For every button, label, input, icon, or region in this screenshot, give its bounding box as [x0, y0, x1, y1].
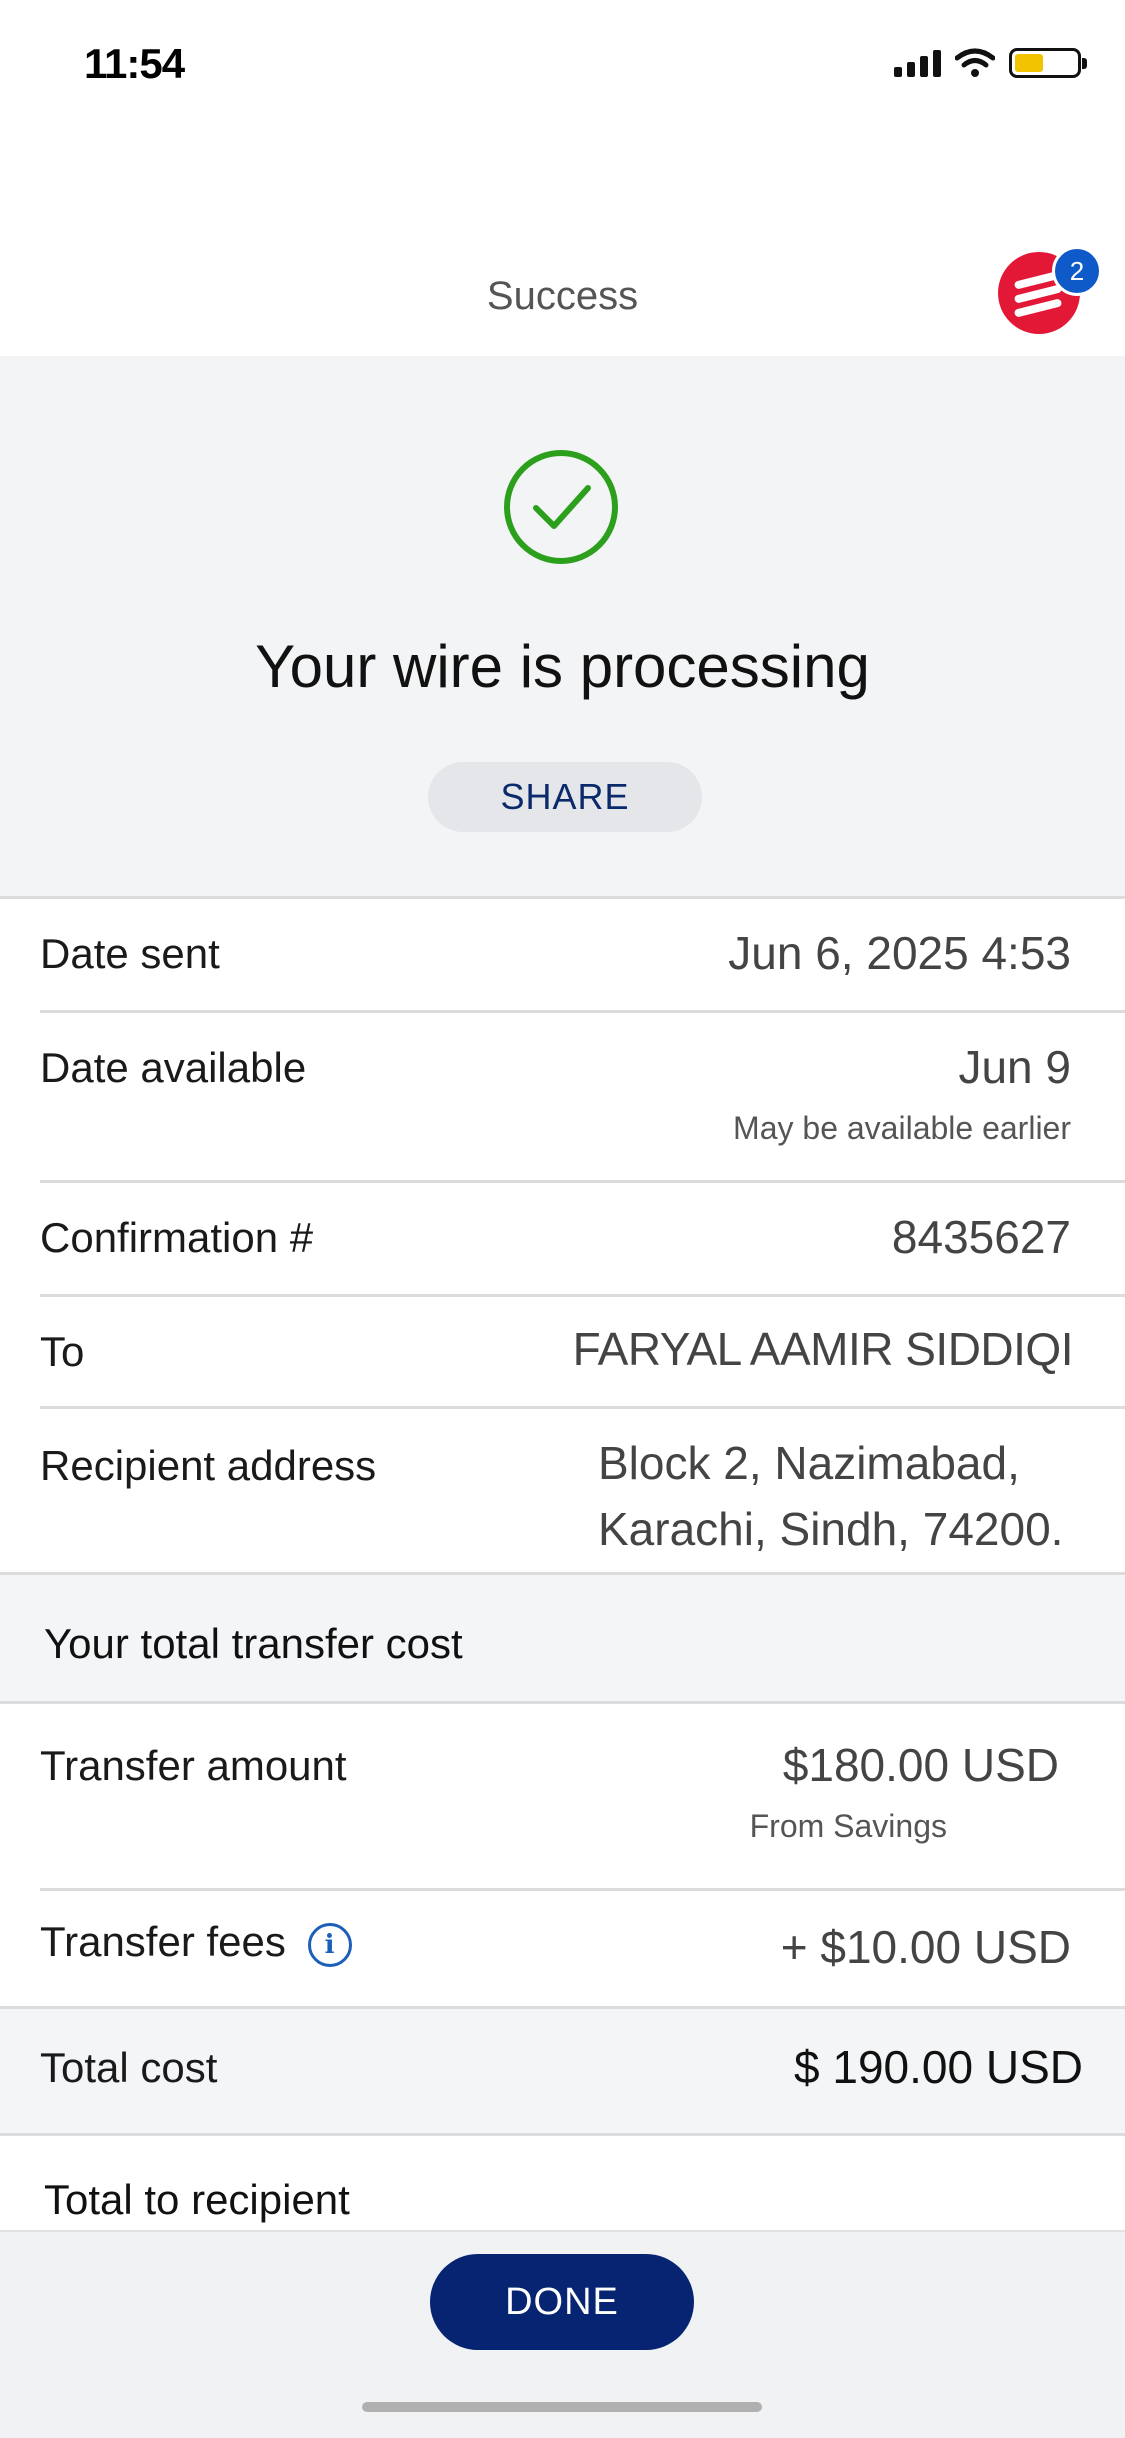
- page-title: Success: [486, 274, 639, 318]
- date-available-note: May be available earlier: [733, 1110, 1071, 1146]
- total-to-recipient-label: Total to recipient: [44, 2176, 350, 2223]
- confirmation-number: 8435627: [891, 1211, 1071, 1263]
- confirmation-heading: Your wire is processing: [255, 633, 870, 700]
- date-sent-label: Date sent: [40, 930, 220, 977]
- success-check-icon: [504, 450, 618, 564]
- total-cost-value: $ 190.00 USD: [794, 2041, 1083, 2093]
- battery-charging-icon: [1009, 48, 1087, 78]
- cost-section-title: Your total transfer cost: [44, 1620, 463, 1667]
- transfer-fees-value: + $10.00 USD: [780, 1921, 1071, 1973]
- divider: [40, 1294, 1125, 1297]
- transfer-amount-value: $180.00 USD: [782, 1739, 1059, 1791]
- divider: [40, 1010, 1125, 1013]
- status-icons: [894, 48, 1087, 78]
- recipient-address-label: Recipient address: [40, 1442, 377, 1489]
- divider: [40, 1888, 1125, 1891]
- divider: [40, 1180, 1125, 1183]
- share-button[interactable]: SHARE: [428, 762, 702, 832]
- confirmation-label: Confirmation #: [40, 1214, 314, 1261]
- address-line-2: Karachi, Sindh, 74200.: [598, 1503, 1064, 1555]
- info-icon[interactable]: i: [307, 1922, 352, 1967]
- total-cost-label: Total cost: [40, 2044, 218, 2091]
- recipient-label: To: [40, 1328, 85, 1375]
- wifi-icon: [955, 48, 995, 77]
- date-available-label: Date available: [40, 1044, 307, 1091]
- address-line-1: Block 2, Nazimabad,: [598, 1437, 1020, 1489]
- notification-badge: 2: [1052, 246, 1102, 296]
- cellular-signal-icon: [894, 49, 941, 77]
- transfer-amount-source: From Savings: [749, 1808, 947, 1844]
- status-time: 11:54: [84, 40, 185, 87]
- recipient-address-value: Block 2, Nazimabad, Karachi, Sindh, 7420…: [598, 1430, 1063, 1562]
- transfer-amount-label: Transfer amount: [40, 1742, 347, 1789]
- date-sent-value: Jun 6, 2025 4:53: [728, 927, 1071, 979]
- done-button[interactable]: DONE: [430, 2254, 694, 2350]
- date-available-value: Jun 9: [958, 1041, 1071, 1093]
- home-indicator: [362, 2402, 762, 2412]
- divider: [0, 896, 1125, 899]
- divider: [40, 1406, 1125, 1409]
- transfer-fees-row: Transfer fees i: [40, 1918, 352, 1967]
- transfer-fees-label: Transfer fees: [40, 1918, 286, 1965]
- recipient-name: FARYAL AAMIR SIDDIQI: [572, 1323, 1074, 1375]
